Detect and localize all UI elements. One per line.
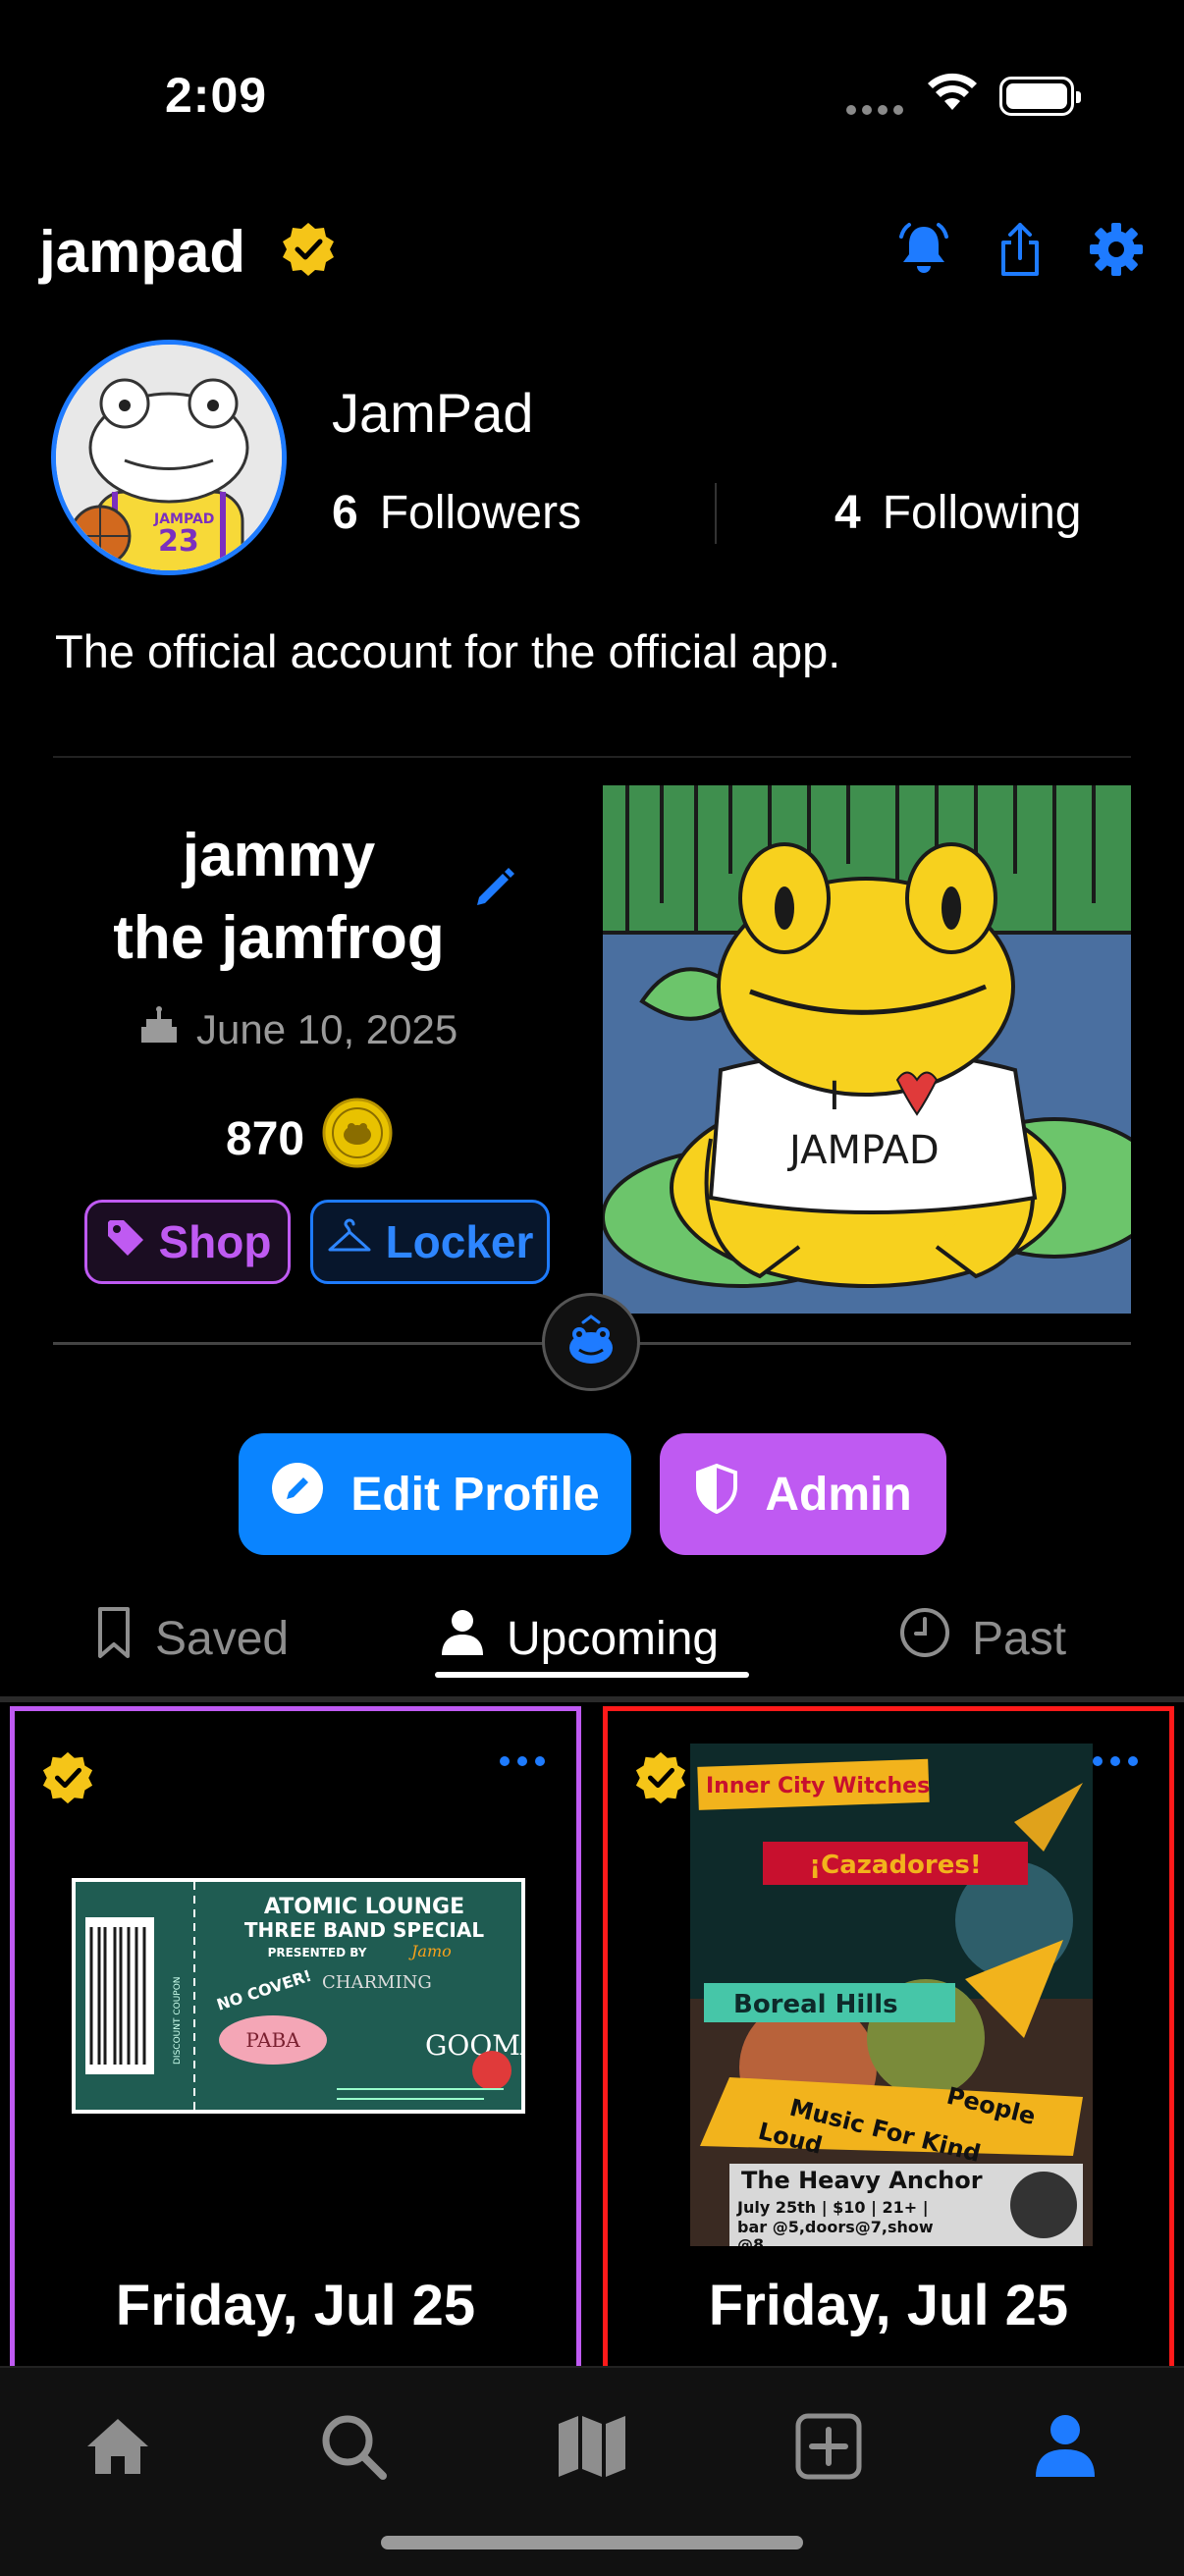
flyer-headline: THREE BAND SPECIAL <box>244 1918 484 1942</box>
event-date: Friday, Jul 25 <box>115 2274 476 2337</box>
event-card[interactable]: DISCOUNT COUPON ATOMIC LOUNGE THREE BAND… <box>10 1706 581 2393</box>
pet-name: jammy the jamfrog <box>59 815 499 980</box>
following-label: Following <box>882 487 1082 539</box>
flyer-venue: ATOMIC LOUNGE <box>264 1895 464 1919</box>
poster-details-2: bar @5,doors@7,show <box>737 2218 934 2236</box>
edit-profile-label: Edit Profile <box>350 1468 600 1521</box>
active-tab-indicator <box>435 1672 749 1678</box>
tab-upcoming-label: Upcoming <box>507 1612 720 1665</box>
admin-label: Admin <box>765 1468 912 1521</box>
tab-past[interactable]: Past <box>899 1604 1066 1673</box>
anchor-logo-icon <box>1010 2172 1077 2238</box>
battery-icon <box>999 77 1081 116</box>
birthday-text: June 10, 2025 <box>196 1006 458 1052</box>
poster-band-1: Inner City Witches <box>706 1774 930 1798</box>
person-icon <box>440 1608 485 1669</box>
search-icon[interactable] <box>314 2407 393 2486</box>
poster-venue: The Heavy Anchor <box>741 2167 983 2194</box>
map-icon[interactable] <box>553 2407 631 2486</box>
status-time: 2:09 <box>165 68 268 123</box>
handle-text: jampad <box>39 219 246 285</box>
signal-dots-icon <box>846 102 909 120</box>
admin-button[interactable]: Admin <box>660 1433 946 1555</box>
coin-balance: 870 <box>226 1098 393 1180</box>
flyer-presented-by: PRESENTED BY <box>268 1946 367 1959</box>
flyer-band-b: PABA <box>245 2028 300 2052</box>
pet-birthday: June 10, 2025 <box>137 1005 457 1054</box>
coin-count: 870 <box>226 1112 305 1165</box>
profile-handle: jampad <box>39 218 337 292</box>
poster-band-2: ¡Cazadores! <box>809 1851 981 1880</box>
pet-name-line2: the jamfrog <box>113 904 445 972</box>
stats-divider <box>715 483 717 544</box>
share-icon[interactable] <box>992 221 1049 278</box>
settings-gear-icon[interactable] <box>1088 221 1145 278</box>
followers-label: Followers <box>379 487 582 539</box>
home-icon[interactable] <box>79 2407 157 2486</box>
flyer-band-c: GOOMAN <box>425 2029 525 2062</box>
verified-badge-icon <box>633 1750 688 1810</box>
followers-link[interactable]: 6 Followers <box>332 487 581 539</box>
poster-details-3: @8 <box>737 2235 764 2246</box>
section-divider <box>53 756 1131 758</box>
poster-details-1: July 25th | $10 | 21+ | <box>736 2198 929 2218</box>
verified-badge-icon <box>280 221 337 292</box>
clock-icon <box>899 1607 950 1670</box>
tab-saved[interactable]: Saved <box>94 1604 289 1673</box>
event-date: Friday, Jul 25 <box>708 2274 1069 2337</box>
header-actions <box>895 221 1145 278</box>
followers-count: 6 <box>332 487 358 539</box>
tab-past-label: Past <box>972 1612 1067 1665</box>
display-name: JamPad <box>332 382 534 444</box>
more-options-icon[interactable] <box>500 1756 545 1766</box>
shirt-text-jampad: JAMPAD <box>786 1128 940 1173</box>
birthday-cake-icon <box>137 1005 181 1054</box>
flyer-presenter: Jamo <box>408 1942 452 1960</box>
verified-badge-icon <box>40 1750 95 1810</box>
events-grid-separator <box>0 1696 1184 1702</box>
locker-button[interactable]: Locker <box>310 1200 550 1284</box>
shop-button[interactable]: Shop <box>84 1200 291 1284</box>
shield-icon <box>694 1463 739 1526</box>
wifi-icon <box>927 73 978 117</box>
tab-saved-label: Saved <box>155 1612 290 1665</box>
add-icon[interactable] <box>789 2407 868 2486</box>
pencil-circle-icon <box>270 1461 325 1528</box>
avatar[interactable]: JAMPAD 23 <box>51 340 287 575</box>
flyer-band-a: CHARMING <box>322 1972 432 1993</box>
locker-label: Locker <box>385 1216 534 1267</box>
profile-icon[interactable] <box>1026 2407 1104 2486</box>
hanger-icon <box>327 1215 372 1268</box>
pet-toggle-frog-icon[interactable] <box>542 1293 640 1391</box>
event-poster: Inner City Witches ¡Cazadores! Boreal Hi… <box>690 1744 1093 2254</box>
event-flyer-coupon: DISCOUNT COUPON ATOMIC LOUNGE THREE BAND… <box>72 1878 565 2114</box>
pet-name-line1: jammy <box>182 822 376 889</box>
tag-icon <box>104 1215 145 1268</box>
coupon-side-label: DISCOUNT COUPON <box>173 1976 183 2065</box>
pet-frog-artwork[interactable]: I JAMPAD <box>603 785 1131 1314</box>
event-card[interactable]: Inner City Witches ¡Cazadores! Boreal Hi… <box>603 1706 1174 2393</box>
poster-band-3: Boreal Hills <box>733 1990 898 2019</box>
following-count: 4 <box>834 487 861 539</box>
bookmark-icon <box>94 1605 134 1672</box>
notifications-bell-icon[interactable] <box>895 221 952 278</box>
shop-label: Shop <box>158 1216 272 1267</box>
edit-profile-button[interactable]: Edit Profile <box>239 1433 631 1555</box>
following-link[interactable]: 4 Following <box>834 486 1081 540</box>
follow-stats: 6 Followers 4 Following <box>332 486 1117 540</box>
more-options-icon[interactable] <box>1093 1756 1138 1766</box>
edit-pet-name-pencil-icon[interactable] <box>469 864 518 918</box>
coin-icon <box>322 1098 393 1180</box>
bio: The official account for the official ap… <box>55 625 841 677</box>
tab-upcoming[interactable]: Upcoming <box>440 1604 719 1673</box>
shirt-text-i: I <box>829 1074 840 1119</box>
svg-text:23: 23 <box>158 524 199 559</box>
home-indicator[interactable] <box>381 2536 803 2549</box>
